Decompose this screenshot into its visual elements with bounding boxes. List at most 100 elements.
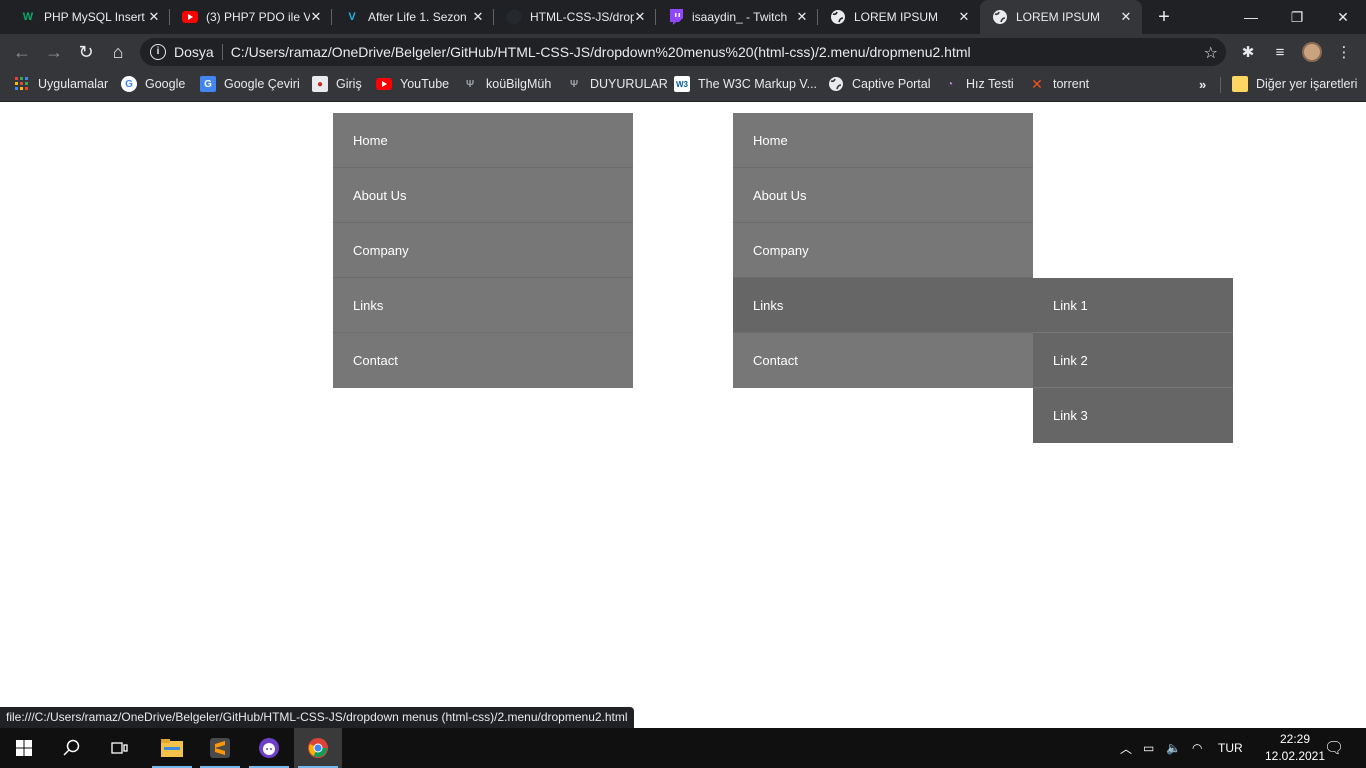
bookmark-label: Google Çeviri xyxy=(224,77,300,91)
menu-kebab-icon[interactable]: ⋮ xyxy=(1334,42,1354,62)
submenu-item-link-3[interactable]: Link 3 xyxy=(1033,388,1233,443)
windows-taskbar: ︿ ▭ 🔈 ◠ TUR 22:29 12.02.2021 🗨 xyxy=(0,728,1366,768)
github-icon xyxy=(506,9,522,25)
bookmark-star-icon[interactable]: ☆ xyxy=(1204,43,1218,63)
language-indicator[interactable]: TUR xyxy=(1218,728,1243,768)
bookmark-item[interactable]: ✕ torrent xyxy=(1029,70,1089,98)
reload-button[interactable]: ↻ xyxy=(74,40,98,64)
close-icon[interactable]: ✕ xyxy=(308,9,324,25)
menu-item-label: About Us xyxy=(753,187,807,203)
clock[interactable]: 22:29 12.02.2021 xyxy=(1262,731,1328,765)
restore-button[interactable]: ❐ xyxy=(1274,0,1320,34)
speedtest-icon: ◔ xyxy=(946,78,954,90)
extensions-puzzle-icon[interactable]: ✱ xyxy=(1238,42,1258,62)
globe-icon xyxy=(828,76,844,92)
menu-item-label: Links xyxy=(753,297,784,313)
file-explorer-icon[interactable] xyxy=(148,728,196,768)
info-icon[interactable]: i xyxy=(150,44,166,60)
browser-tab[interactable]: W PHP MySQL Insert ✕ xyxy=(8,0,170,34)
bookmarks-bar: Uygulamalar G Google G Google Çeviri ● G… xyxy=(0,70,1366,102)
close-icon[interactable]: ✕ xyxy=(794,9,810,25)
wifi-icon[interactable]: ◠ xyxy=(1192,728,1202,768)
notifications-icon[interactable]: 🗨 xyxy=(1324,728,1344,768)
bookmark-item[interactable]: W3 The W3C Markup V... xyxy=(674,70,817,98)
close-icon[interactable]: ✕ xyxy=(470,9,486,25)
tab-title: LOREM IPSUM xyxy=(854,10,939,24)
browser-tab[interactable]: isaaydin_ - Twitch ✕ xyxy=(656,0,818,34)
menu-item-about-us[interactable]: About Us xyxy=(333,168,633,223)
url-text[interactable]: C:/Users/ramaz/OneDrive/Belgeler/GitHub/… xyxy=(231,44,971,60)
tab-title: isaaydin_ - Twitch xyxy=(692,10,788,24)
bookmark-item[interactable]: Ψ DUYURULAR xyxy=(566,70,668,98)
minimize-button[interactable]: — xyxy=(1228,0,1274,34)
browser-tab[interactable]: (3) PHP7 PDO ile V ✕ xyxy=(170,0,332,34)
close-icon[interactable]: ✕ xyxy=(1118,9,1134,25)
menu-item-company[interactable]: Company xyxy=(333,223,633,278)
bookmark-item[interactable]: G Google Çeviri xyxy=(200,70,300,98)
menu-static: Home About Us Company Links Contact xyxy=(333,113,633,388)
tab-title: LOREM IPSUM xyxy=(1016,10,1101,24)
other-bookmarks-folder[interactable]: Diğer yer işaretleri xyxy=(1232,70,1357,98)
vimeo-icon: V xyxy=(348,11,356,23)
media-control-icon[interactable]: ≡ xyxy=(1270,42,1290,62)
browser-tab[interactable]: LOREM IPSUM ✕ xyxy=(818,0,980,34)
browser-tab-active[interactable]: LOREM IPSUM ✕ xyxy=(980,0,1142,34)
menu-item-links[interactable]: Links Link 1 Link 2 Link 3 xyxy=(733,278,1233,443)
bookmark-label: Giriş xyxy=(336,77,362,91)
bookmark-item[interactable]: ● Giriş xyxy=(312,70,362,98)
close-window-button[interactable]: ✕ xyxy=(1320,0,1366,34)
other-bookmarks-label: Diğer yer işaretleri xyxy=(1256,77,1358,91)
links-submenu: Link 1 Link 2 Link 3 xyxy=(1033,278,1233,443)
menu-item-home[interactable]: Home xyxy=(733,113,1033,168)
menu-item-about-us[interactable]: About Us xyxy=(733,168,1033,223)
bookmark-item[interactable]: Ψ koüBilgMüh xyxy=(462,70,551,98)
bookmark-item[interactable]: G Google xyxy=(121,70,185,98)
browser-toolbar: ← → ↻ ⌂ i Dosya C:/Users/ramaz/OneDrive/… xyxy=(0,34,1366,70)
show-hidden-icons-icon[interactable]: ︿ xyxy=(1120,728,1132,768)
github-desktop-icon[interactable] xyxy=(245,728,293,768)
menu-item-home[interactable]: Home xyxy=(333,113,633,168)
bookmark-item[interactable]: Uygulamalar xyxy=(14,70,108,98)
volume-icon[interactable]: 🔈 xyxy=(1166,728,1181,768)
globe-icon xyxy=(830,9,846,25)
submenu-item-link-1[interactable]: Link 1 xyxy=(1033,278,1233,333)
twitch-icon xyxy=(668,9,684,25)
new-tab-button[interactable]: + xyxy=(1152,5,1176,29)
menu-item-contact[interactable]: Contact xyxy=(733,333,1033,388)
bookmark-item[interactable]: Captive Portal xyxy=(828,70,931,98)
menu-item-label: Home xyxy=(753,132,788,148)
close-icon[interactable]: ✕ xyxy=(956,9,972,25)
menu-item-links[interactable]: Links xyxy=(333,278,633,333)
page-content: Home About Us Company Links Contact Home… xyxy=(0,103,1366,728)
start-icon[interactable] xyxy=(0,728,48,768)
tab-title: (3) PHP7 PDO ile V xyxy=(206,10,310,24)
home-button[interactable]: ⌂ xyxy=(106,40,130,64)
sublime-text-icon[interactable] xyxy=(196,728,244,768)
submenu-item-link-2[interactable]: Link 2 xyxy=(1033,333,1233,388)
forward-button[interactable]: → xyxy=(42,40,66,64)
profile-avatar[interactable] xyxy=(1302,42,1322,62)
login-icon: ● xyxy=(312,76,328,92)
tab-title: After Life 1. Sezon xyxy=(368,10,467,24)
tab-title: PHP MySQL Insert xyxy=(44,10,145,24)
task-view-icon[interactable] xyxy=(96,728,144,768)
browser-tab[interactable]: HTML-CSS-JS/drop ✕ xyxy=(494,0,656,34)
clock-date: 12.02.2021 xyxy=(1264,749,1326,763)
bookmark-label: Captive Portal xyxy=(852,77,931,91)
battery-icon[interactable]: ▭ xyxy=(1143,728,1154,768)
back-button[interactable]: ← xyxy=(10,40,34,64)
menu-item-contact[interactable]: Contact xyxy=(333,333,633,388)
bookmark-item[interactable]: ◔ Hız Testi xyxy=(942,70,1014,98)
address-bar[interactable]: i Dosya C:/Users/ramaz/OneDrive/Belgeler… xyxy=(140,38,1226,66)
browser-tab[interactable]: V After Life 1. Sezon ✕ xyxy=(332,0,494,34)
status-bar-url: file:///C:/Users/ramaz/OneDrive/Belgeler… xyxy=(0,707,634,728)
bookmark-item[interactable]: YouTube xyxy=(376,70,449,98)
close-icon[interactable]: ✕ xyxy=(146,9,162,25)
menu-dropdown: Home About Us Company Links Link 1 Link … xyxy=(733,113,1233,443)
bookmark-label: DUYURULAR xyxy=(590,77,668,91)
chrome-icon[interactable] xyxy=(294,728,342,768)
bookmarks-overflow-icon[interactable]: » xyxy=(1199,77,1206,92)
menu-item-company[interactable]: Company xyxy=(733,223,1033,278)
search-icon[interactable] xyxy=(48,728,96,768)
close-icon[interactable]: ✕ xyxy=(632,9,648,25)
